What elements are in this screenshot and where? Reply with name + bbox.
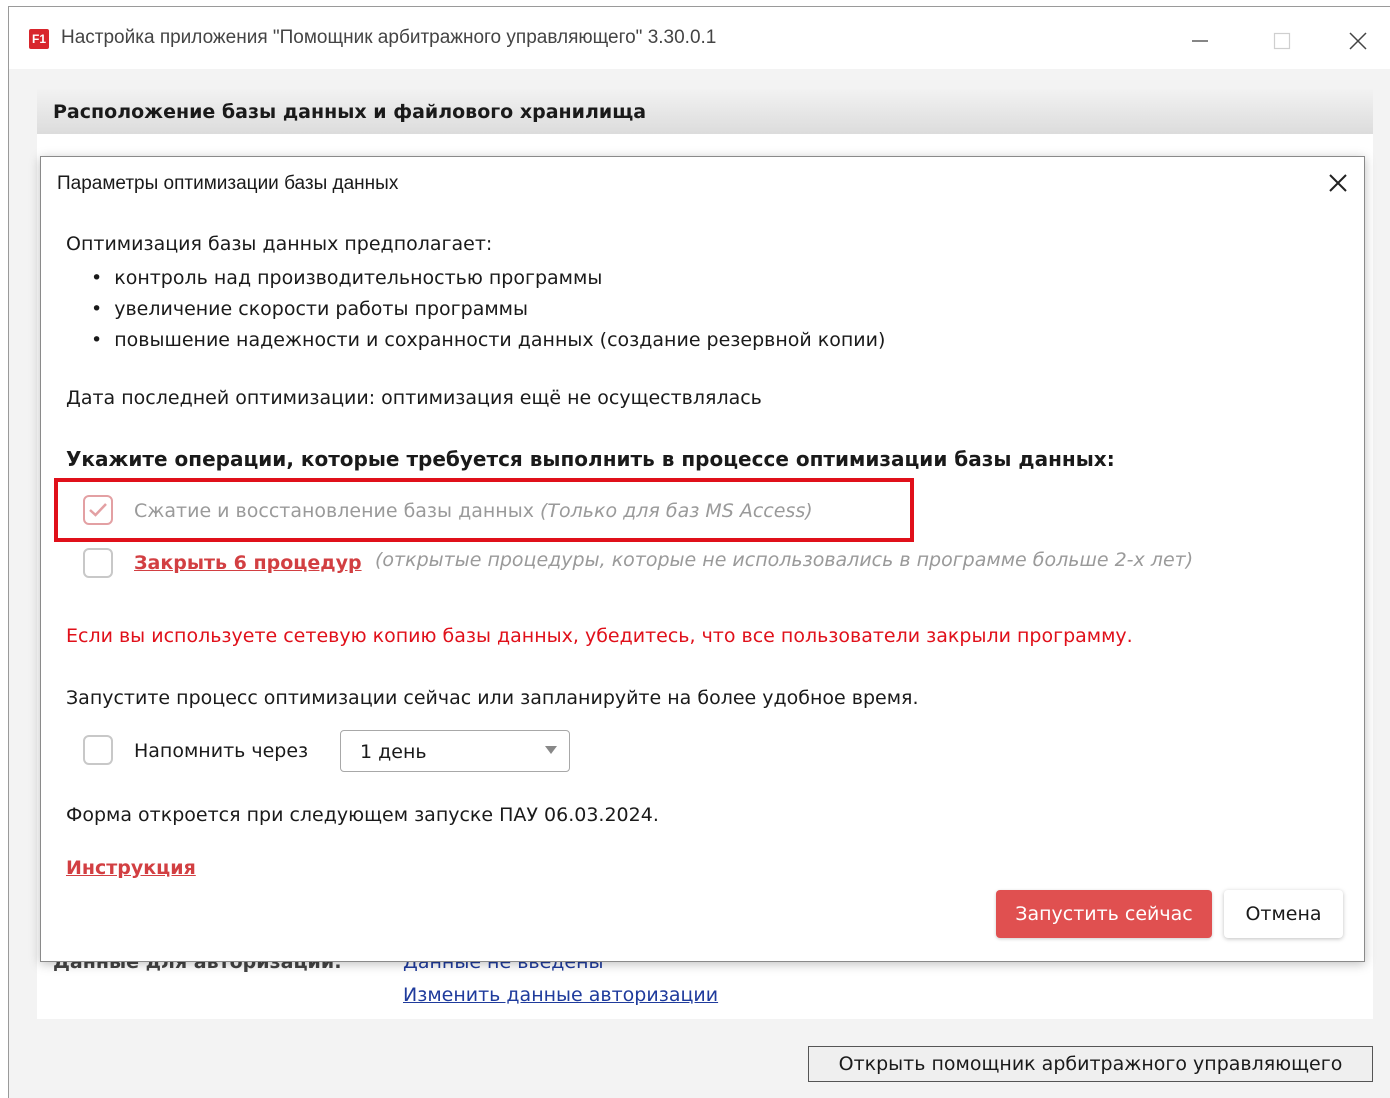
- operations-heading: Укажите операции, которые требуется выпо…: [66, 447, 1115, 471]
- list-item: увеличение скорости работы программы: [91, 294, 885, 325]
- app-logo-icon: F1: [29, 29, 49, 49]
- dialog-close-button[interactable]: [1322, 167, 1354, 199]
- remind-interval-select[interactable]: 1 день: [340, 730, 570, 772]
- section-header: Расположение базы данных и файлового хра…: [37, 89, 1373, 134]
- close-procedures-link[interactable]: Закрыть 6 процедур: [134, 552, 362, 574]
- close-procedures-checkbox[interactable]: [83, 548, 113, 578]
- compact-note: (Только для баз MS Access): [539, 500, 813, 522]
- window-close-button[interactable]: [1335, 21, 1381, 61]
- remind-interval-value: 1 день: [360, 741, 427, 763]
- list-item: повышение надежности и сохранности данны…: [91, 325, 885, 356]
- title-bar: F1 Настройка приложения "Помощник арбитр…: [9, 7, 1390, 69]
- benefits-list: контроль над производительностью програм…: [91, 263, 885, 356]
- close-icon: [1329, 174, 1347, 192]
- close-procedures-note: (открытые процедуры, которые не использо…: [375, 549, 1194, 571]
- list-item: контроль над производительностью програм…: [91, 263, 885, 294]
- dialog-title: Параметры оптимизации базы данных: [57, 173, 399, 194]
- compact-label: Сжатие и восстановление базы данных: [134, 500, 534, 522]
- minimize-icon: [1192, 40, 1208, 42]
- remind-label: Напомнить через: [134, 740, 309, 762]
- section-title: Расположение базы данных и файлового хра…: [53, 101, 647, 123]
- intro-text: Оптимизация базы данных предполагает:: [66, 233, 493, 255]
- minimize-button[interactable]: [1177, 21, 1223, 61]
- instruction-link[interactable]: Инструкция: [66, 857, 196, 879]
- checkmark-icon: [89, 503, 107, 517]
- open-assistant-button[interactable]: Открыть помощник арбитражного управляюще…: [808, 1046, 1373, 1082]
- launch-text: Запустите процесс оптимизации сейчас или…: [66, 687, 919, 709]
- close-icon: [1349, 32, 1367, 50]
- run-now-button[interactable]: Запустить сейчас: [996, 890, 1212, 938]
- cancel-button[interactable]: Отмена: [1224, 890, 1343, 938]
- next-launch-text: Форма откроется при следующем запуске ПА…: [66, 804, 659, 826]
- window-title: Настройка приложения "Помощник арбитражн…: [61, 27, 717, 48]
- remind-checkbox[interactable]: [83, 735, 113, 765]
- compact-option-label: Сжатие и восстановление базы данных (Тол…: [134, 500, 813, 522]
- change-auth-link[interactable]: Изменить данные авторизации: [403, 984, 718, 1006]
- last-optimization-text: Дата последней оптимизации: оптимизация …: [66, 387, 762, 409]
- maximize-button[interactable]: [1259, 21, 1305, 61]
- optimization-dialog: Параметры оптимизации базы данных Оптими…: [40, 156, 1365, 962]
- network-warning: Если вы используете сетевую копию базы д…: [66, 625, 1133, 647]
- compact-checkbox[interactable]: [83, 495, 113, 525]
- maximize-icon: [1273, 32, 1291, 50]
- chevron-down-icon: [545, 746, 557, 754]
